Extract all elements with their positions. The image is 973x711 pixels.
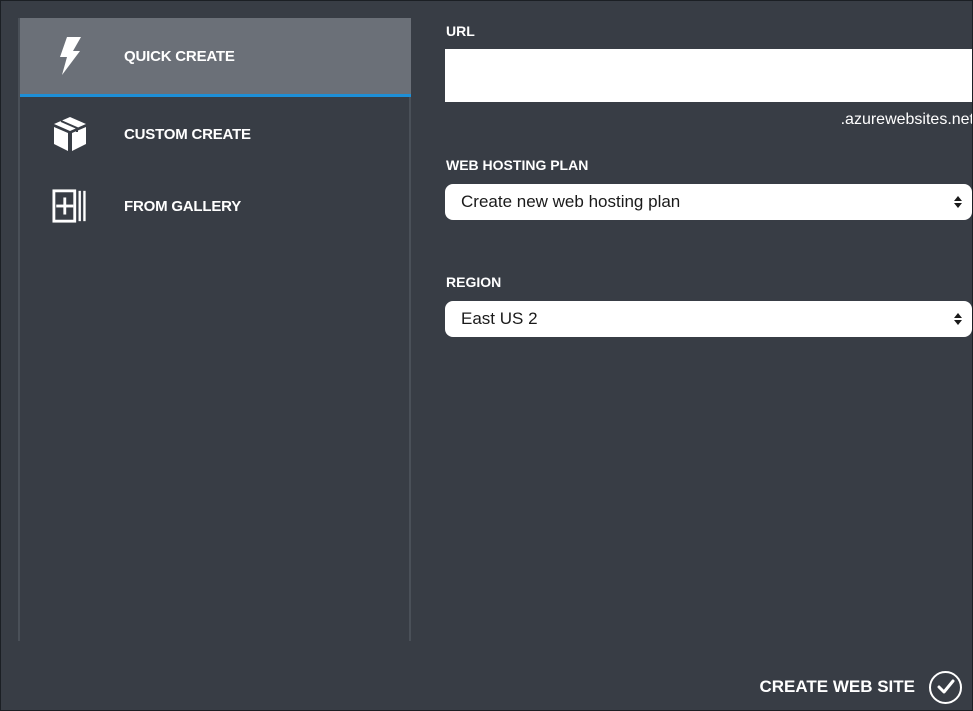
- url-label: URL: [446, 23, 475, 39]
- gallery-add-icon: [52, 186, 88, 226]
- create-web-site-label: CREATE WEB SITE: [759, 677, 915, 696]
- sidebar-item-label: FROM GALLERY: [124, 197, 242, 215]
- sidebar-item-from-gallery[interactable]: FROM GALLERY: [20, 168, 411, 244]
- select-arrows-icon: [954, 313, 962, 325]
- region-select[interactable]: East US 2: [445, 301, 972, 337]
- sidebar-item-label: QUICK CREATE: [124, 47, 235, 65]
- web-hosting-plan-label: WEB HOSTING PLAN: [446, 157, 589, 173]
- region-label: REGION: [446, 274, 502, 290]
- select-arrows-icon: [954, 196, 962, 208]
- region-value: East US 2: [461, 309, 538, 328]
- web-hosting-plan-value: Create new web hosting plan: [461, 192, 681, 211]
- checkmark-icon[interactable]: [929, 670, 962, 704]
- sidebar-item-label: CUSTOM CREATE: [124, 125, 251, 143]
- lightning-icon: [52, 36, 88, 76]
- sidebar-item-quick-create[interactable]: QUICK CREATE: [20, 18, 411, 97]
- url-input[interactable]: [445, 49, 972, 102]
- web-hosting-plan-select[interactable]: Create new web hosting plan: [445, 184, 972, 220]
- package-box-icon: [52, 114, 88, 154]
- new-web-site-dialog: QUICK CREATE CUSTOM CREATE FROM GALLERY …: [0, 0, 973, 711]
- create-web-site-button[interactable]: CREATE WEB SITE: [759, 665, 962, 709]
- sidebar-item-custom-create[interactable]: CUSTOM CREATE: [20, 96, 411, 172]
- url-domain-suffix: .azurewebsites.net: [840, 111, 973, 128]
- create-method-sidebar: QUICK CREATE CUSTOM CREATE FROM GALLERY: [18, 18, 411, 641]
